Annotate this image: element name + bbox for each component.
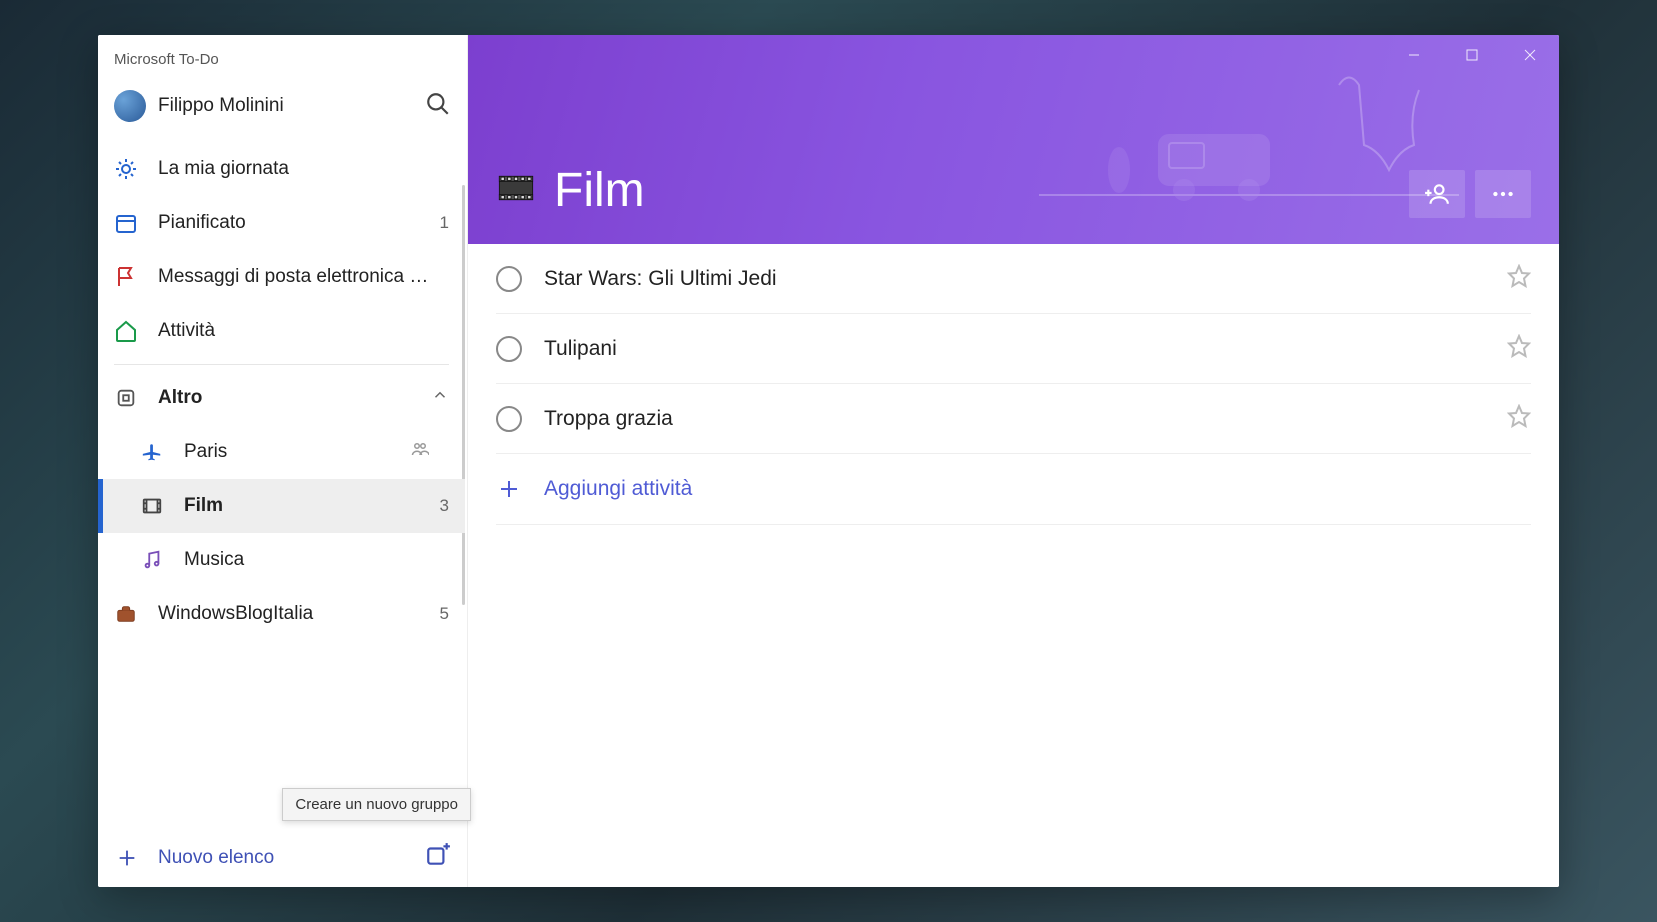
task-row[interactable]: Troppa grazia xyxy=(496,384,1531,454)
add-task-label: Aggiungi attività xyxy=(544,477,692,501)
shared-icon xyxy=(411,440,429,464)
task-row[interactable]: Star Wars: Gli Ultimi Jedi xyxy=(496,244,1531,314)
list-count: 3 xyxy=(440,496,449,516)
list-label: WindowsBlogItalia xyxy=(158,603,420,625)
complete-radio[interactable] xyxy=(496,336,522,362)
share-list-button[interactable] xyxy=(1409,170,1465,218)
list-item-windowsblogitalia[interactable]: WindowsBlogItalia 5 xyxy=(98,587,465,641)
chevron-up-icon xyxy=(431,386,449,410)
add-group-button[interactable] xyxy=(425,842,451,873)
nav-planned[interactable]: Pianificato 1 xyxy=(98,196,465,250)
window-controls xyxy=(1385,35,1559,75)
star-icon[interactable] xyxy=(1507,404,1531,433)
nav-label: Messaggi di posta elettronica c... xyxy=(158,266,429,288)
main-pane: Film Star Wars: Gli Ultimi Jedi xyxy=(468,35,1559,887)
separator xyxy=(114,364,449,365)
plus-icon xyxy=(114,845,140,871)
app-window: Microsoft To-Do Filippo Molinini xyxy=(98,35,1559,887)
star-icon[interactable] xyxy=(1507,264,1531,293)
task-list: Star Wars: Gli Ultimi Jedi Tulipani Trop… xyxy=(468,244,1559,887)
complete-radio[interactable] xyxy=(496,406,522,432)
task-text: Star Wars: Gli Ultimi Jedi xyxy=(544,267,1485,291)
nav-flagged-email[interactable]: Messaggi di posta elettronica c... xyxy=(98,250,465,304)
header-illustration xyxy=(1039,65,1459,235)
group-icon xyxy=(114,386,138,410)
app-title: Microsoft To-Do xyxy=(98,35,467,76)
list-label: Paris xyxy=(184,441,391,463)
new-list-label: Nuovo elenco xyxy=(158,847,274,869)
list-header: Film xyxy=(468,35,1559,244)
add-task-button[interactable]: Aggiungi attività xyxy=(496,454,1531,525)
user-row[interactable]: Filippo Molinini xyxy=(98,76,467,142)
header-title-group: Film xyxy=(496,163,645,218)
flag-icon xyxy=(114,265,138,289)
list-count: 5 xyxy=(440,604,449,624)
nav-label: Attività xyxy=(158,320,429,342)
user-name: Filippo Molinini xyxy=(158,95,425,117)
nav-my-day[interactable]: La mia giornata xyxy=(98,142,465,196)
music-icon xyxy=(140,548,164,572)
complete-radio[interactable] xyxy=(496,266,522,292)
list-label: Film xyxy=(184,495,420,517)
group-label: Altro xyxy=(158,387,411,409)
home-icon xyxy=(114,319,138,343)
nav-label: Pianificato xyxy=(158,212,420,234)
airplane-icon xyxy=(140,440,164,464)
sidebar: Microsoft To-Do Filippo Molinini xyxy=(98,35,468,887)
nav-label: La mia giornata xyxy=(158,158,429,180)
task-row[interactable]: Tulipani xyxy=(496,314,1531,384)
close-button[interactable] xyxy=(1501,35,1559,75)
task-text: Troppa grazia xyxy=(544,407,1485,431)
nav-count: 1 xyxy=(440,213,449,233)
list-item-film[interactable]: Film 3 xyxy=(98,479,465,533)
list-item-musica[interactable]: Musica xyxy=(98,533,465,587)
group-header-altro[interactable]: Altro xyxy=(98,371,465,425)
sidebar-footer: Nuovo elenco Creare un nuovo gruppo xyxy=(98,827,467,887)
list-title: Film xyxy=(554,163,645,218)
more-options-button[interactable] xyxy=(1475,170,1531,218)
plus-icon xyxy=(496,476,522,502)
avatar xyxy=(114,90,146,122)
film-icon xyxy=(496,168,536,213)
header-actions xyxy=(1409,170,1531,218)
minimize-button[interactable] xyxy=(1385,35,1443,75)
star-icon[interactable] xyxy=(1507,334,1531,363)
nav-tasks[interactable]: Attività xyxy=(98,304,465,358)
list-label: Musica xyxy=(184,549,429,571)
nav-list: La mia giornata Pianificato 1 M xyxy=(98,142,467,827)
maximize-button[interactable] xyxy=(1443,35,1501,75)
list-item-paris[interactable]: Paris xyxy=(98,425,465,479)
task-text: Tulipani xyxy=(544,337,1485,361)
new-list-button[interactable]: Nuovo elenco xyxy=(114,845,425,871)
briefcase-icon xyxy=(114,602,138,626)
calendar-icon xyxy=(114,211,138,235)
search-icon[interactable] xyxy=(425,91,451,122)
tooltip-new-group: Creare un nuovo gruppo xyxy=(282,788,471,821)
sun-icon xyxy=(114,157,138,181)
film-icon-small xyxy=(140,494,164,518)
